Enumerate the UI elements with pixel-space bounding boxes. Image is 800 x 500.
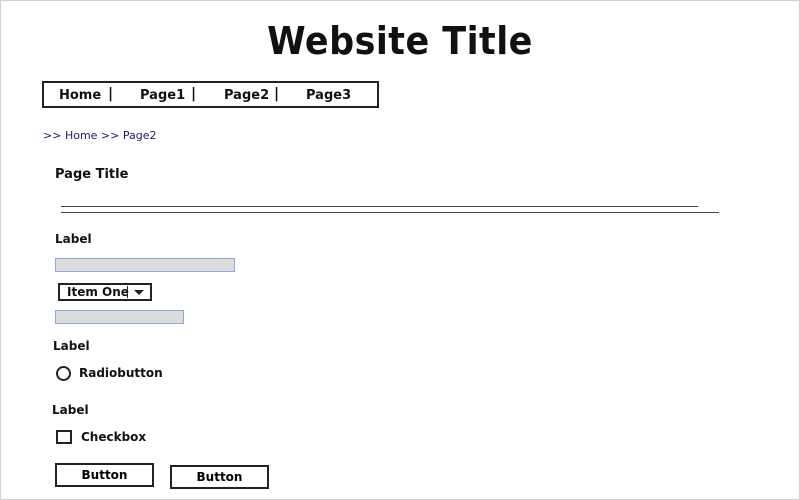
site-title: Website Title [267,19,533,63]
radiobutton[interactable] [56,366,71,381]
title-divider-bottom [61,212,719,213]
page-title: Page Title [55,167,129,182]
breadcrumb-item-page2[interactable]: Page2 [123,129,157,142]
field-label-3: Label [52,403,89,417]
select-value: Item One [67,285,129,299]
nav-item-page3[interactable]: Page3 [306,88,351,103]
text-input-1[interactable] [55,258,235,272]
item-select-dropdown[interactable]: Item One [58,283,152,301]
button-1[interactable]: Button [55,463,154,487]
radiobutton-label[interactable]: Radiobutton [79,366,163,380]
nav-separator: | [274,86,280,102]
text-input-2[interactable] [55,310,184,324]
nav-separator: | [191,86,197,102]
breadcrumb-prefix: >> [43,129,65,142]
title-divider-top [61,206,698,207]
nav-bar: Home | Page1 | Page2 | Page3 [42,81,379,108]
button-2[interactable]: Button [170,465,269,489]
breadcrumb-separator: >> [97,129,123,142]
breadcrumb: >> Home >> Page2 [43,129,157,142]
field-label-1: Label [55,232,92,246]
nav-item-page2[interactable]: Page2 [224,88,269,103]
chevron-down-icon [134,290,144,295]
nav-item-home[interactable]: Home [59,88,101,103]
breadcrumb-item-home[interactable]: Home [65,129,97,142]
browser-frame: Website Title Home | Page1 | Page2 | Pag… [0,0,800,500]
checkbox[interactable] [56,430,72,444]
select-divider [127,286,128,298]
nav-separator: | [108,86,114,102]
checkbox-label[interactable]: Checkbox [81,430,146,444]
nav-item-page1[interactable]: Page1 [140,88,185,103]
field-label-2: Label [53,339,90,353]
